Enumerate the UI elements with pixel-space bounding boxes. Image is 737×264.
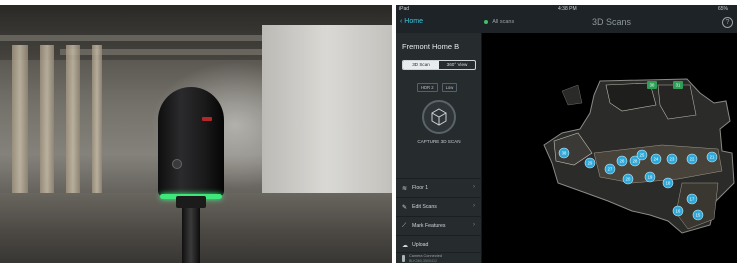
scan-point-label: 20 [626, 177, 631, 182]
ruler-icon: ⟋ [402, 223, 407, 229]
brand-logo [202, 117, 212, 121]
scan-point-marker[interactable]: 20 [622, 173, 634, 185]
scan-point-label: 25 [640, 153, 645, 158]
status-time: 4:38 PM [558, 6, 577, 12]
scan-point-marker[interactable]: 25 [636, 149, 648, 161]
hdr-option[interactable]: HDR 2 [417, 83, 438, 92]
layers-icon: ≋ [402, 186, 408, 192]
scan-point-label: 16 [676, 209, 681, 214]
camera-lens [172, 159, 182, 169]
mode-3d-scan[interactable]: 3D Scan [403, 61, 439, 69]
menu-item-floor[interactable]: ≋ Floor 1 › [396, 178, 482, 197]
scan-point-marker[interactable]: 38 [558, 147, 570, 159]
density-option[interactable]: Low [441, 83, 458, 92]
menu-item-mark-features[interactable]: ⟋ Mark Features › [396, 216, 482, 235]
scan-point-marker[interactable]: 24 [650, 153, 662, 165]
scan-point-marker[interactable]: 21 [706, 151, 718, 163]
online-dot-icon [484, 19, 488, 24]
scan-point-label: 18 [666, 181, 671, 186]
menu-label: Floor 1 [412, 185, 429, 191]
chevron-right-icon: › [473, 184, 475, 190]
scan-point-label: 28 [633, 159, 638, 164]
scan-point-marker[interactable]: 16 [672, 205, 684, 217]
capture-options: HDR 2 Low [417, 83, 458, 92]
carrier-label: iPad [399, 6, 410, 12]
menu-label: Mark Features [412, 223, 446, 229]
back-label: Home [404, 18, 423, 25]
capture-3d-scan-button[interactable] [422, 100, 456, 134]
cube-icon [431, 108, 447, 126]
all-scans-filter[interactable]: All scans [484, 19, 514, 25]
scan-point-marker[interactable]: 27 [604, 163, 616, 175]
scanner-photo [0, 5, 392, 263]
cloud-upload-icon: ☁ [402, 243, 408, 249]
scan-point-label: 22 [690, 157, 695, 162]
menu-item-edit-scans[interactable]: ✎ Edit Scans › [396, 197, 482, 216]
view-mode-toggle[interactable]: 3D Scan 360° View [402, 60, 476, 70]
nav-bar: ‹ Home All scans 3D Scans ? [396, 13, 737, 33]
scan-point-label: 21 [710, 155, 715, 160]
camera-status-line1: Camera Connected [409, 254, 442, 258]
scan-point-marker[interactable]: 15 [692, 209, 704, 221]
help-icon[interactable]: ? [722, 17, 733, 28]
scan-point-marker[interactable]: 31 [673, 81, 683, 89]
scan-point-marker[interactable]: 26 [616, 155, 628, 167]
scan-point-label: 29 [588, 161, 593, 166]
scan-map-view[interactable]: 30 31 38 29 27 26 28 25 24 23 22 21 20 19 18 17 16 15 [482, 33, 737, 263]
scan-point-marker[interactable]: 23 [666, 153, 678, 165]
tablet-app-screen: iPad 4:38 PM 65% ‹ Home All scans 3D Sca… [396, 5, 737, 263]
scan-point-label: 17 [690, 197, 695, 202]
scan-point-label: 38 [562, 151, 567, 156]
pencil-icon: ✎ [402, 205, 408, 211]
scan-point-label: 27 [608, 167, 613, 172]
scan-point-marker[interactable]: 29 [584, 157, 596, 169]
scan-point-label: 19 [648, 175, 653, 180]
menu-label: Edit Scans [412, 204, 437, 210]
sidebar: Fremont Home B 3D Scan 360° View HDR 2 L… [396, 33, 482, 263]
scan-point-label: 26 [620, 159, 625, 164]
chevron-left-icon: ‹ [400, 18, 403, 25]
back-button[interactable]: ‹ Home [400, 18, 423, 25]
battery-level: 65% [718, 6, 729, 12]
scan-point-label: 23 [670, 157, 675, 162]
scanner-mount [176, 196, 206, 208]
scan-point-marker[interactable]: 18 [662, 177, 674, 189]
scan-point-marker[interactable]: 19 [644, 171, 656, 183]
point-cloud-floorplan: 30 31 38 29 27 26 2825 24 23 22 21 20 19 18 17 16 15 [543, 78, 735, 234]
page-title: 3D Scans [592, 17, 632, 27]
scan-point-marker[interactable]: 30 [647, 81, 657, 89]
scan-point-marker[interactable]: 22 [686, 153, 698, 165]
status-bar: iPad 4:38 PM 65% [396, 5, 737, 13]
chevron-right-icon: › [473, 222, 475, 228]
laser-scanner-device [158, 87, 224, 199]
tripod-pole [182, 208, 200, 263]
scan-point-label: 30 [650, 83, 655, 88]
scan-point-marker[interactable]: 17 [686, 193, 698, 205]
mode-360-view[interactable]: 360° View [439, 61, 475, 69]
camera-serial: BLK360-3500412 [409, 258, 437, 263]
camera-device-icon [402, 255, 405, 262]
scan-point-label: 24 [654, 157, 659, 162]
scan-point-label: 31 [676, 83, 681, 88]
sidebar-menu: ≋ Floor 1 › ✎ Edit Scans › ⟋ Mark Featur… [396, 178, 482, 254]
chevron-right-icon: › [473, 203, 475, 209]
project-title: Fremont Home B [402, 42, 460, 51]
scan-point-label: 15 [696, 213, 701, 218]
menu-label: Upload [412, 242, 429, 248]
all-scans-label: All scans [492, 19, 515, 25]
capture-label: CAPTURE 3D SCAN [417, 139, 461, 144]
camera-status: Camera Connected BLK360-3500412 [396, 252, 482, 263]
